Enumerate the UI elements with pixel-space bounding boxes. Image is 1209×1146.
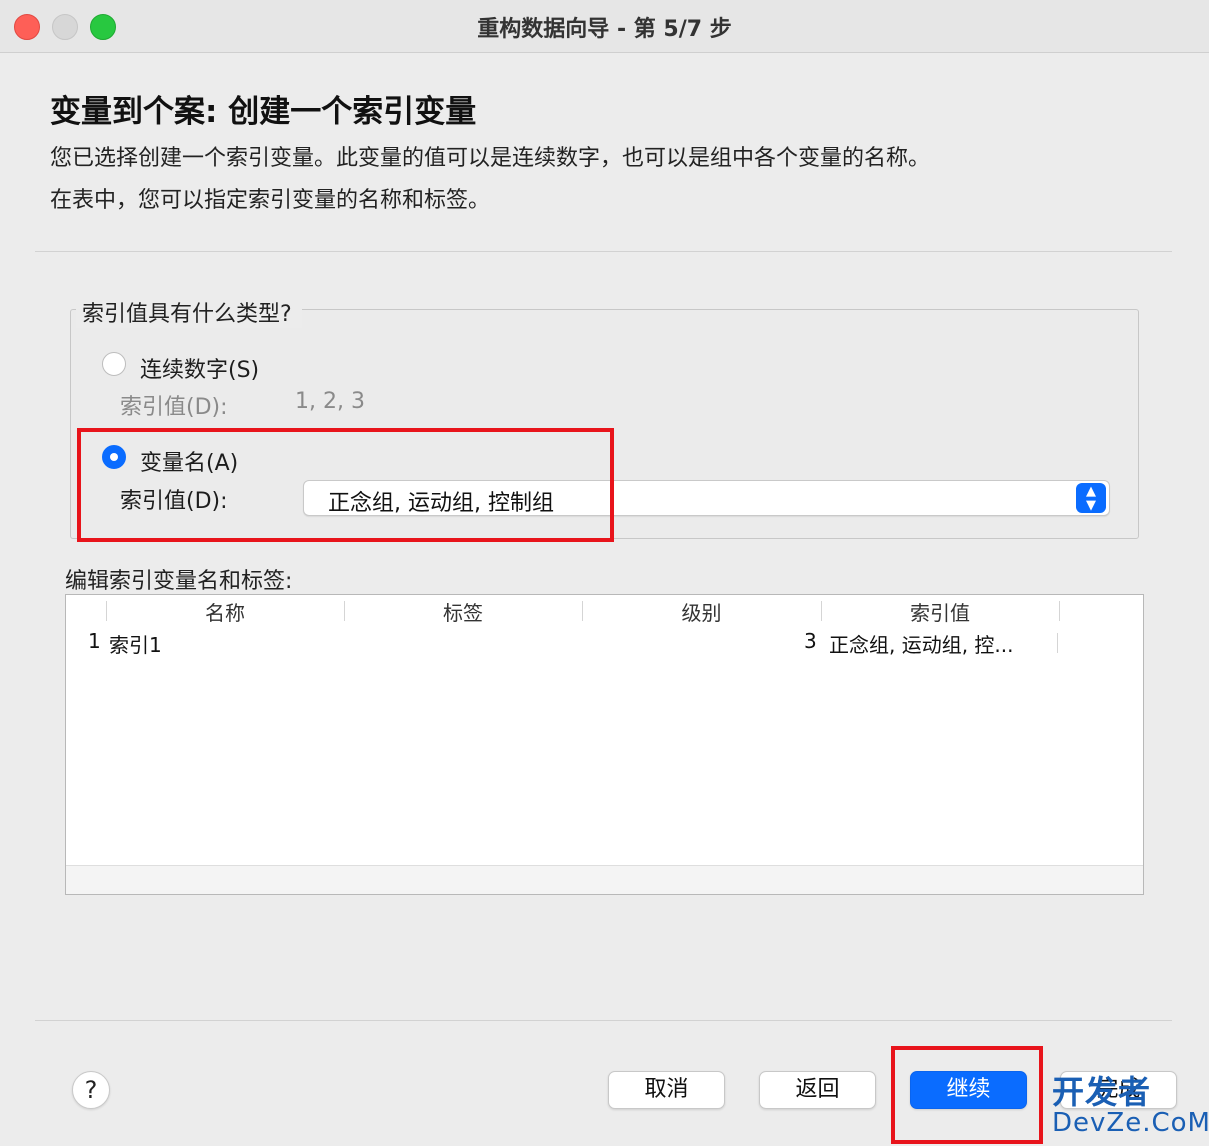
- watermark-line-2: DevZe.CoM: [1052, 1108, 1209, 1138]
- sequential-index-value: 1, 2, 3: [295, 389, 365, 414]
- column-header-name[interactable]: 名称: [106, 597, 344, 626]
- cell-level[interactable]: 3: [804, 629, 817, 653]
- description-line-1: 您已选择创建一个索引变量。此变量的值可以是连续数字，也可以是组中各个变量的名称。: [50, 146, 931, 171]
- window-title: 重构数据向导 - 第 5/7 步: [477, 17, 732, 42]
- row-number: 1: [88, 629, 101, 653]
- help-button[interactable]: ?: [72, 1071, 110, 1109]
- column-divider: [1059, 601, 1060, 621]
- watermark-line-1: 开发者: [1052, 1073, 1152, 1111]
- cell-index-values[interactable]: 正念组, 运动组, 控...: [829, 629, 1014, 658]
- column-header-label[interactable]: 标签: [344, 597, 582, 626]
- index-type-legend: 索引值具有什么类型?: [76, 296, 302, 328]
- sequential-numbers-radio[interactable]: [102, 352, 126, 376]
- column-header-index-values[interactable]: 索引值: [821, 597, 1059, 626]
- footer-divider: [35, 1020, 1172, 1021]
- highlight-box-variable-names: [77, 428, 614, 542]
- cell-divider: [1057, 633, 1058, 653]
- sequential-index-label: 索引值(D):: [120, 395, 228, 420]
- watermark-logo: 开发者 DevZe.CoM: [1052, 1076, 1209, 1138]
- title-bar: 重构数据向导 - 第 5/7 步: [0, 0, 1209, 53]
- table-title: 编辑索引变量名和标签:: [65, 569, 293, 594]
- back-button[interactable]: 返回: [759, 1071, 876, 1109]
- page-title: 变量到个案: 创建一个索引变量: [50, 94, 477, 130]
- cancel-button[interactable]: 取消: [608, 1071, 725, 1109]
- cell-name[interactable]: 索引1: [109, 629, 162, 658]
- description-line-2: 在表中，您可以指定索引变量的名称和标签。: [50, 188, 491, 213]
- chevron-up-down-icon[interactable]: ▲ ▼: [1076, 483, 1106, 513]
- column-header-level[interactable]: 级别: [582, 597, 821, 626]
- table-scrollbar[interactable]: [66, 865, 1143, 894]
- index-variable-table[interactable]: 名称 标签 级别 索引值 1 索引1 3 正念组, 运动组, 控...: [65, 594, 1144, 895]
- highlight-box-continue: [891, 1046, 1043, 1144]
- sequential-numbers-label[interactable]: 连续数字(S): [140, 352, 259, 384]
- header-divider: [35, 251, 1172, 252]
